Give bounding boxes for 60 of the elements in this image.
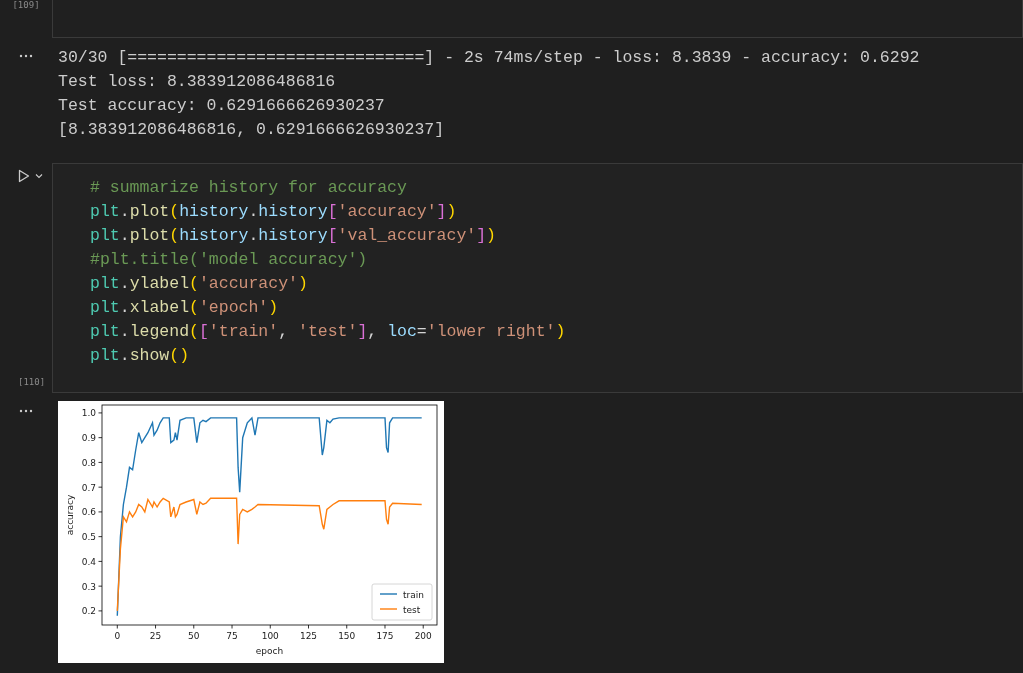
x-tick <box>422 624 424 629</box>
tick-label: 25 <box>149 631 162 641</box>
tick-label: 150 <box>338 631 356 641</box>
y-tick <box>98 462 103 463</box>
execution-count: [110] <box>18 377 46 387</box>
tick-label: 75 <box>226 631 238 641</box>
code-line: plt.ylabel('accuracy') <box>90 273 308 295</box>
axis-label: epoch <box>255 646 284 656</box>
y-tick <box>98 610 103 612</box>
tick-label: 50 <box>188 631 200 641</box>
tick-label: 0 <box>114 631 121 641</box>
y-tick <box>98 486 103 488</box>
tick-label: 0.8 <box>81 457 96 468</box>
output-line: [8.383912086486816, 0.6291666626930237] <box>58 119 446 141</box>
code-editor[interactable] <box>52 163 1023 393</box>
tick-label: 0.6 <box>81 507 96 518</box>
x-tick <box>231 624 233 629</box>
x-tick <box>155 624 156 629</box>
output-line: Test loss: 8.383912086486816 <box>58 71 337 93</box>
code-line: plt.xlabel('epoch') <box>90 297 279 319</box>
code-line: plt.show() <box>90 345 190 367</box>
tick-label: 0.4 <box>81 556 96 567</box>
x-tick <box>346 624 348 629</box>
x-tick <box>308 624 309 629</box>
x-tick <box>269 624 271 629</box>
legend-label: test <box>403 604 421 615</box>
tick-label: 0.7 <box>81 482 96 493</box>
x-tick <box>384 624 386 629</box>
y-tick <box>98 511 103 513</box>
y-tick <box>98 536 103 538</box>
legend-label: train <box>403 589 424 600</box>
tick-label: 1.0 <box>81 408 96 419</box>
code-line: plt.legend(['train', 'test'], loc='lower right') <box>90 321 566 343</box>
tick-label: 0.9 <box>81 433 96 444</box>
code-line: #plt.title('model accuracy') <box>90 249 368 271</box>
y-tick <box>98 585 103 587</box>
tick-label: 0.5 <box>81 532 96 543</box>
tick-label: 100 <box>261 631 279 641</box>
tick-label: 0.3 <box>81 581 96 592</box>
tick-label: 175 <box>376 631 394 641</box>
axis-label: accuracy <box>65 494 75 536</box>
x-tick <box>116 624 118 629</box>
legend-box <box>371 583 433 621</box>
code-line: # summarize history for accuracy <box>90 177 407 199</box>
run-icon[interactable] <box>18 169 30 183</box>
more-actions-icon[interactable] <box>19 409 33 413</box>
y-tick <box>98 437 103 439</box>
more-actions-icon[interactable] <box>19 54 33 58</box>
tick-label: 0.2 <box>81 606 96 617</box>
y-tick <box>98 412 103 414</box>
execution-count: [109] <box>12 0 40 10</box>
y-tick <box>98 561 103 562</box>
x-tick <box>193 624 195 629</box>
code-line: plt.plot(history.history['accuracy']) <box>90 201 457 223</box>
chevron-down-icon[interactable] <box>35 173 43 179</box>
tick-label: 200 <box>414 631 432 641</box>
output-line: 30/30 [==============================] - 2s 74ms/step - loss: 8.3839 - accuracy: 0.6292 <box>58 47 920 69</box>
tick-label: 125 <box>299 631 318 641</box>
output-line: Test accuracy: 0.6291666626930237 <box>58 95 386 117</box>
code-line: plt.plot(history.history['val_accuracy']) <box>90 225 496 247</box>
